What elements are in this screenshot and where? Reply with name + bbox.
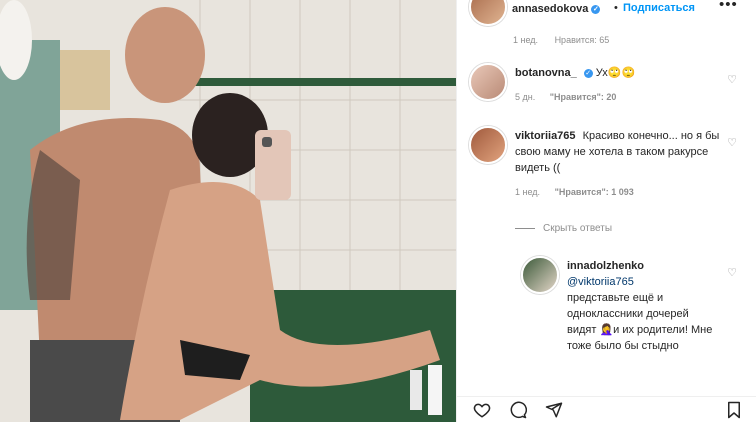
previous-comment-meta: 1 нед. Нравится: 65 — [513, 35, 609, 45]
instagram-post-view: annasedokova ✓ • Подписаться ••• 1 нед. Н… — [0, 0, 756, 423]
comment-body: botanovna_ ✓ Ух🙄🙄 5 дн. "Нравится": 20 — [515, 65, 725, 105]
commenter-avatar[interactable] — [469, 63, 507, 101]
heart-icon[interactable]: ♡ — [727, 136, 737, 149]
post-header: annasedokova ✓ • Подписаться ••• — [457, 0, 756, 26]
photo-illustration — [0, 0, 456, 422]
reply-body: innadolzhenko @viktoriia765 представьте … — [567, 258, 717, 354]
comment-time[interactable]: 1 нед. — [513, 35, 538, 45]
bookmark-icon[interactable] — [725, 401, 743, 419]
reply-text: представьте ещё и одноклассники дочерей … — [567, 292, 713, 352]
comment-likes[interactable]: "Нравится": 1 093 — [555, 187, 634, 197]
author-username-text: annasedokova — [512, 3, 589, 15]
comment-likes[interactable]: "Нравится": 20 — [550, 92, 617, 102]
commenter-username[interactable]: botanovna_ — [515, 67, 577, 79]
post-actions-bar — [457, 396, 756, 423]
follow-button[interactable]: Подписаться — [623, 2, 695, 14]
author-username[interactable]: annasedokova ✓ — [512, 3, 601, 15]
comment-text: Ух🙄🙄 — [595, 67, 636, 79]
comment-item: viktoriia765 Красиво конечно... но я бы … — [457, 126, 756, 236]
comment-time[interactable]: 5 дн. — [515, 92, 535, 102]
hide-replies-button[interactable]: Скрыть ответы — [515, 223, 612, 234]
reply-item: innadolzhenko @viktoriia765 представьте … — [457, 256, 756, 386]
commenter-avatar[interactable] — [469, 126, 507, 164]
heart-icon[interactable] — [473, 401, 491, 419]
heart-icon[interactable]: ♡ — [727, 73, 737, 86]
comment-likes[interactable]: Нравится: 65 — [555, 35, 610, 45]
comment-meta: 5 дн. "Нравится": 20 — [515, 89, 725, 105]
post-photo[interactable] — [0, 0, 456, 422]
hide-replies-line — [515, 228, 535, 229]
replier-username[interactable]: innadolzhenko — [567, 260, 644, 272]
commenter-username[interactable]: viktoriia765 — [515, 130, 576, 142]
more-icon[interactable]: ••• — [719, 0, 738, 13]
replier-avatar[interactable] — [521, 256, 559, 294]
share-icon[interactable] — [545, 401, 563, 419]
verified-badge-icon: ✓ — [591, 4, 601, 14]
comment-time[interactable]: 1 нед. — [515, 187, 540, 197]
comment-icon[interactable] — [509, 401, 527, 419]
verified-badge-icon: ✓ — [583, 68, 593, 78]
comment-body: viktoriia765 Красиво конечно... но я бы … — [515, 128, 725, 200]
reply-mention[interactable]: @viktoriia765 — [567, 276, 634, 288]
heart-icon[interactable]: ♡ — [727, 266, 737, 279]
separator-dot: • — [614, 2, 618, 14]
author-avatar[interactable] — [469, 0, 507, 26]
comment-meta: 1 нед. "Нравится": 1 093 — [515, 184, 725, 200]
comments-panel: annasedokova ✓ • Подписаться ••• 1 нед. Н… — [456, 0, 756, 423]
hide-replies-label: Скрыть ответы — [543, 223, 613, 234]
comment-item: botanovna_ ✓ Ух🙄🙄 5 дн. "Нравится": 20 ♡ — [457, 63, 756, 113]
